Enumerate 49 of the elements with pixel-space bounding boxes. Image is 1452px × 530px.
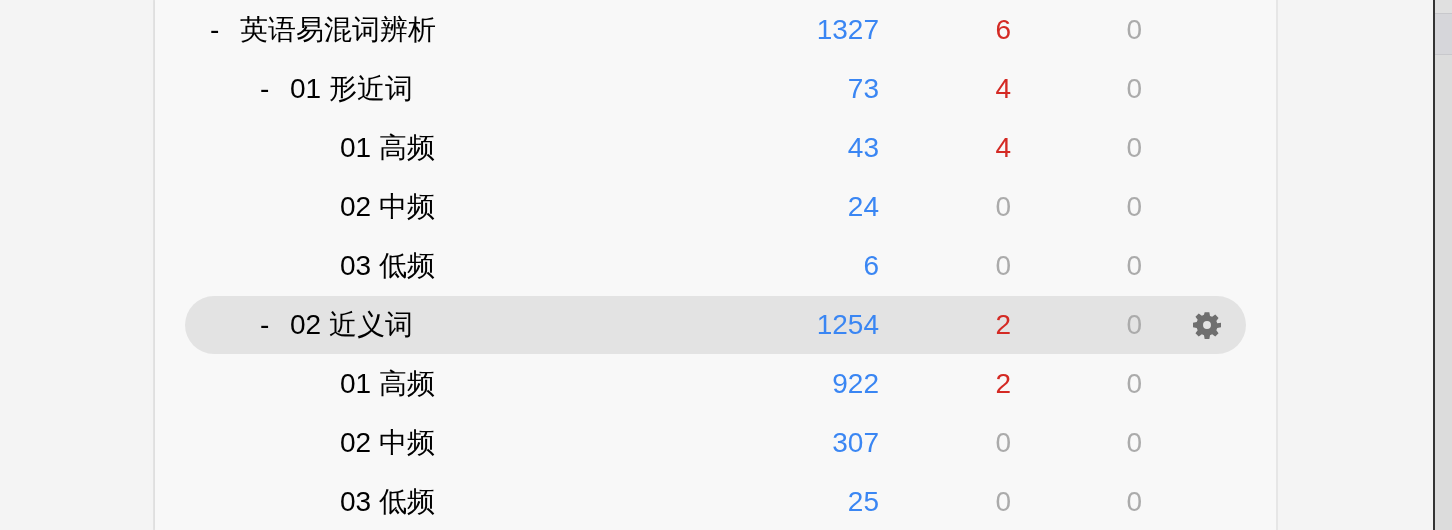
card-count: 6 [863,250,879,281]
deck-row[interactable]: 03 低频 25 0 0 [185,473,1246,530]
card-count: 922 [832,368,879,399]
card-count: 0 [1126,191,1142,222]
deck-row[interactable]: 02 中频 24 0 0 [185,178,1246,236]
collapse-toggle[interactable]: - [260,309,270,341]
settings-icon[interactable] [1193,311,1221,339]
card-count: 4 [995,132,1011,163]
card-count: 73 [847,73,879,104]
card-count: 0 [1126,73,1142,104]
deck-name[interactable]: 01 高频 [340,132,435,163]
card-count: 0 [1126,486,1142,517]
deck-name[interactable]: 英语易混词辨析 [240,14,436,45]
deck-row[interactable]: 03 低频 6 0 0 [185,237,1246,295]
card-count: 2 [995,309,1011,340]
card-count: 0 [995,486,1011,517]
card-count: 0 [1126,132,1142,163]
card-count: 1254 [816,309,879,340]
collapse-toggle[interactable]: - [260,73,270,105]
deck-name[interactable]: 03 低频 [340,486,435,517]
deck-name[interactable]: 02 近义词 [290,309,413,340]
card-count: 0 [1126,368,1142,399]
card-count: 43 [847,132,879,163]
collapse-toggle[interactable]: - [210,14,220,46]
card-count: 24 [847,191,879,222]
card-count: 0 [1126,14,1142,45]
card-count: 2 [995,368,1011,399]
card-count: 307 [832,427,879,458]
card-count: 0 [1126,427,1142,458]
card-count: 0 [1126,250,1142,281]
card-count: 25 [847,486,879,517]
card-count: 0 [1126,309,1142,340]
card-count: 1327 [816,14,879,45]
card-count: 6 [995,14,1011,45]
deck-row[interactable]: - 02 近义词 1254 2 0 [185,296,1246,354]
deck-row[interactable]: - 英语易混词辨析 1327 6 0 [185,1,1246,59]
deck-row[interactable]: 01 高频 922 2 0 [185,355,1246,413]
card-count: 0 [995,191,1011,222]
deck-name[interactable]: 01 形近词 [290,73,413,104]
deck-row[interactable]: 01 高频 43 4 0 [185,119,1246,177]
card-count: 4 [995,73,1011,104]
deck-name[interactable]: 01 高频 [340,368,435,399]
deck-row[interactable]: 02 中频 307 0 0 [185,414,1246,472]
card-count: 0 [995,427,1011,458]
deck-name[interactable]: 02 中频 [340,427,435,458]
deck-name[interactable]: 02 中频 [340,191,435,222]
deck-name[interactable]: 03 低频 [340,250,435,281]
card-count: 0 [995,250,1011,281]
deck-row[interactable]: - 01 形近词 73 4 0 [185,60,1246,118]
